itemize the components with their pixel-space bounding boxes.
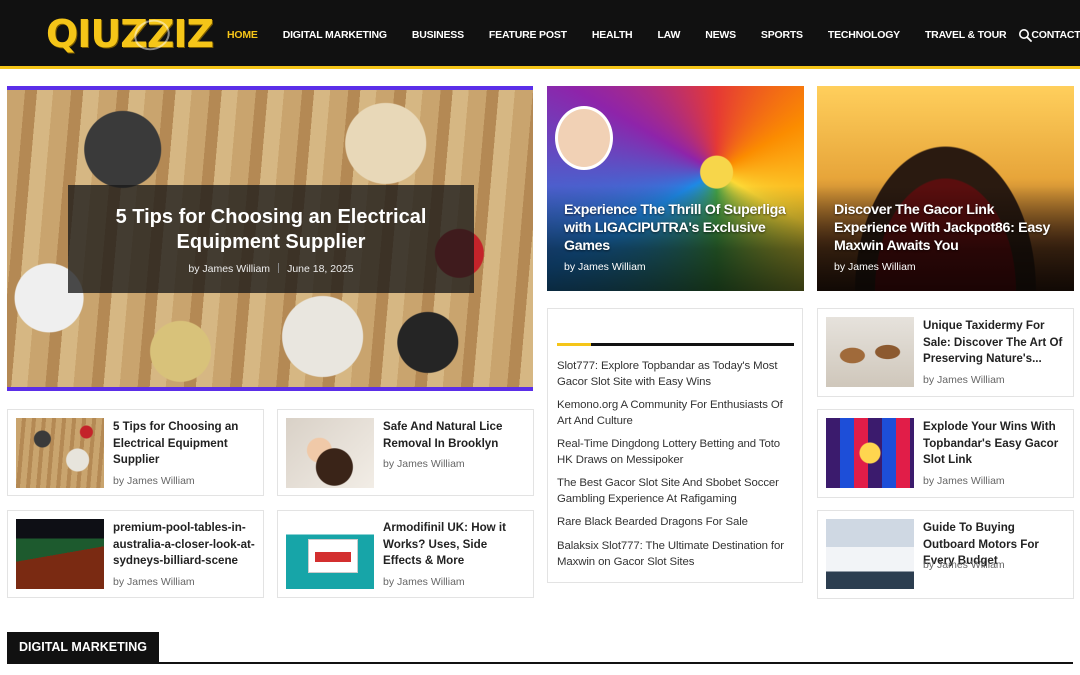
card-title[interactable]: Discover The Gacor Link Experience With … (834, 201, 1064, 255)
section-title-digital-marketing[interactable]: DIGITAL MARKETING (7, 632, 160, 663)
hero-date: June 18, 2025 (287, 263, 354, 275)
post-thumbnail[interactable] (16, 519, 104, 589)
hero-author[interactable]: by James William (188, 263, 270, 275)
recent-posts-list: Slot777: Explore Topbandar as Today's Mo… (547, 308, 803, 583)
post-author[interactable]: by James William (113, 576, 195, 588)
post-title[interactable]: Armodifinil UK: How it Works? Uses, Side… (383, 520, 527, 570)
post-card-topbandar[interactable]: Explode Your Wins With Topbandar's Easy … (817, 409, 1074, 498)
list-item[interactable]: Rare Black Bearded Dragons For Sale (557, 515, 793, 531)
post-card-lice[interactable]: Safe And Natural Lice Removal In Brookly… (277, 409, 534, 496)
post-author[interactable]: by James William (923, 475, 1005, 487)
logo-text: QIUZZIZ (46, 12, 214, 56)
post-thumbnail[interactable] (16, 418, 104, 488)
pill-box-image (308, 539, 358, 573)
featured-card-jackpot86[interactable]: Discover The Gacor Link Experience With … (817, 86, 1074, 291)
hero-meta: by James William June 18, 2025 (68, 263, 474, 275)
post-author[interactable]: by James William (113, 475, 195, 487)
post-card-outboard-motors[interactable]: Guide To Buying Outboard Motors For Ever… (817, 510, 1074, 599)
post-thumbnail[interactable] (826, 317, 914, 387)
post-card-taxidermy[interactable]: Unique Taxidermy For Sale: Discover The … (817, 308, 1074, 397)
nav-technology[interactable]: TECHNOLOGY (828, 29, 900, 41)
nav-news[interactable]: NEWS (705, 29, 736, 41)
post-author[interactable]: by James William (383, 458, 465, 470)
post-title[interactable]: premium-pool-tables-in-australia-a-close… (113, 520, 257, 570)
card-title[interactable]: Experience The Thrill Of Superliga with … (564, 201, 794, 255)
post-thumbnail[interactable] (826, 418, 914, 488)
mascot-image (555, 106, 613, 170)
card-author[interactable]: by James William (564, 261, 646, 273)
post-thumbnail[interactable] (286, 519, 374, 589)
meta-divider (278, 263, 280, 273)
nav-digital-marketing[interactable]: DIGITAL MARKETING (283, 29, 387, 41)
post-card-electrical[interactable]: 5 Tips for Choosing an Electrical Equipm… (7, 409, 264, 496)
hero-post[interactable]: 5 Tips for Choosing an Electrical Equipm… (7, 86, 533, 391)
list-item[interactable]: Kemono.org A Community For Enthusiasts O… (557, 398, 793, 429)
site-logo[interactable]: QIUZZIZ (46, 12, 214, 56)
hero-title[interactable]: 5 Tips for Choosing an Electrical Equipm… (68, 205, 474, 255)
nav-contact[interactable]: CONTACT (1031, 29, 1080, 41)
section-divider (7, 662, 1073, 664)
nav-feature-post[interactable]: FEATURE POST (489, 29, 567, 41)
site-header: QIUZZIZ HOME DIGITAL MARKETING BUSINESS … (0, 0, 1080, 69)
post-card-pool-tables[interactable]: premium-pool-tables-in-australia-a-close… (7, 510, 264, 598)
nav-home[interactable]: HOME (227, 29, 258, 41)
card-author[interactable]: by James William (834, 261, 916, 273)
featured-card-superliga[interactable]: Experience The Thrill Of Superliga with … (547, 86, 804, 291)
search-icon[interactable] (1018, 28, 1032, 42)
main-nav: HOME DIGITAL MARKETING BUSINESS FEATURE … (227, 0, 1080, 69)
nav-travel-tour[interactable]: TRAVEL & TOUR (925, 29, 1007, 41)
nav-law[interactable]: LAW (657, 29, 680, 41)
post-author[interactable]: by James William (923, 559, 1005, 571)
post-title[interactable]: Safe And Natural Lice Removal In Brookly… (383, 419, 527, 452)
nav-business[interactable]: BUSINESS (412, 29, 464, 41)
post-card-armodifinil[interactable]: Armodifinil UK: How it Works? Uses, Side… (277, 510, 534, 598)
post-thumbnail[interactable] (826, 519, 914, 589)
list-item[interactable]: Slot777: Explore Topbandar as Today's Mo… (557, 359, 793, 390)
post-thumbnail[interactable] (286, 418, 374, 488)
list-divider (557, 343, 794, 346)
post-author[interactable]: by James William (383, 576, 465, 588)
nav-sports[interactable]: SPORTS (761, 29, 803, 41)
nav-health[interactable]: HEALTH (592, 29, 633, 41)
post-title[interactable]: Unique Taxidermy For Sale: Discover The … (923, 318, 1067, 368)
post-title[interactable]: Explode Your Wins With Topbandar's Easy … (923, 419, 1067, 469)
list-item[interactable]: Balaksix Slot777: The Ultimate Destinati… (557, 539, 793, 570)
list-item[interactable]: The Best Gacor Slot Site And Sbobet Socc… (557, 476, 793, 507)
post-title[interactable]: 5 Tips for Choosing an Electrical Equipm… (113, 419, 257, 469)
post-author[interactable]: by James William (923, 374, 1005, 386)
list-item[interactable]: Real-Time Dingdong Lottery Betting and T… (557, 437, 793, 468)
